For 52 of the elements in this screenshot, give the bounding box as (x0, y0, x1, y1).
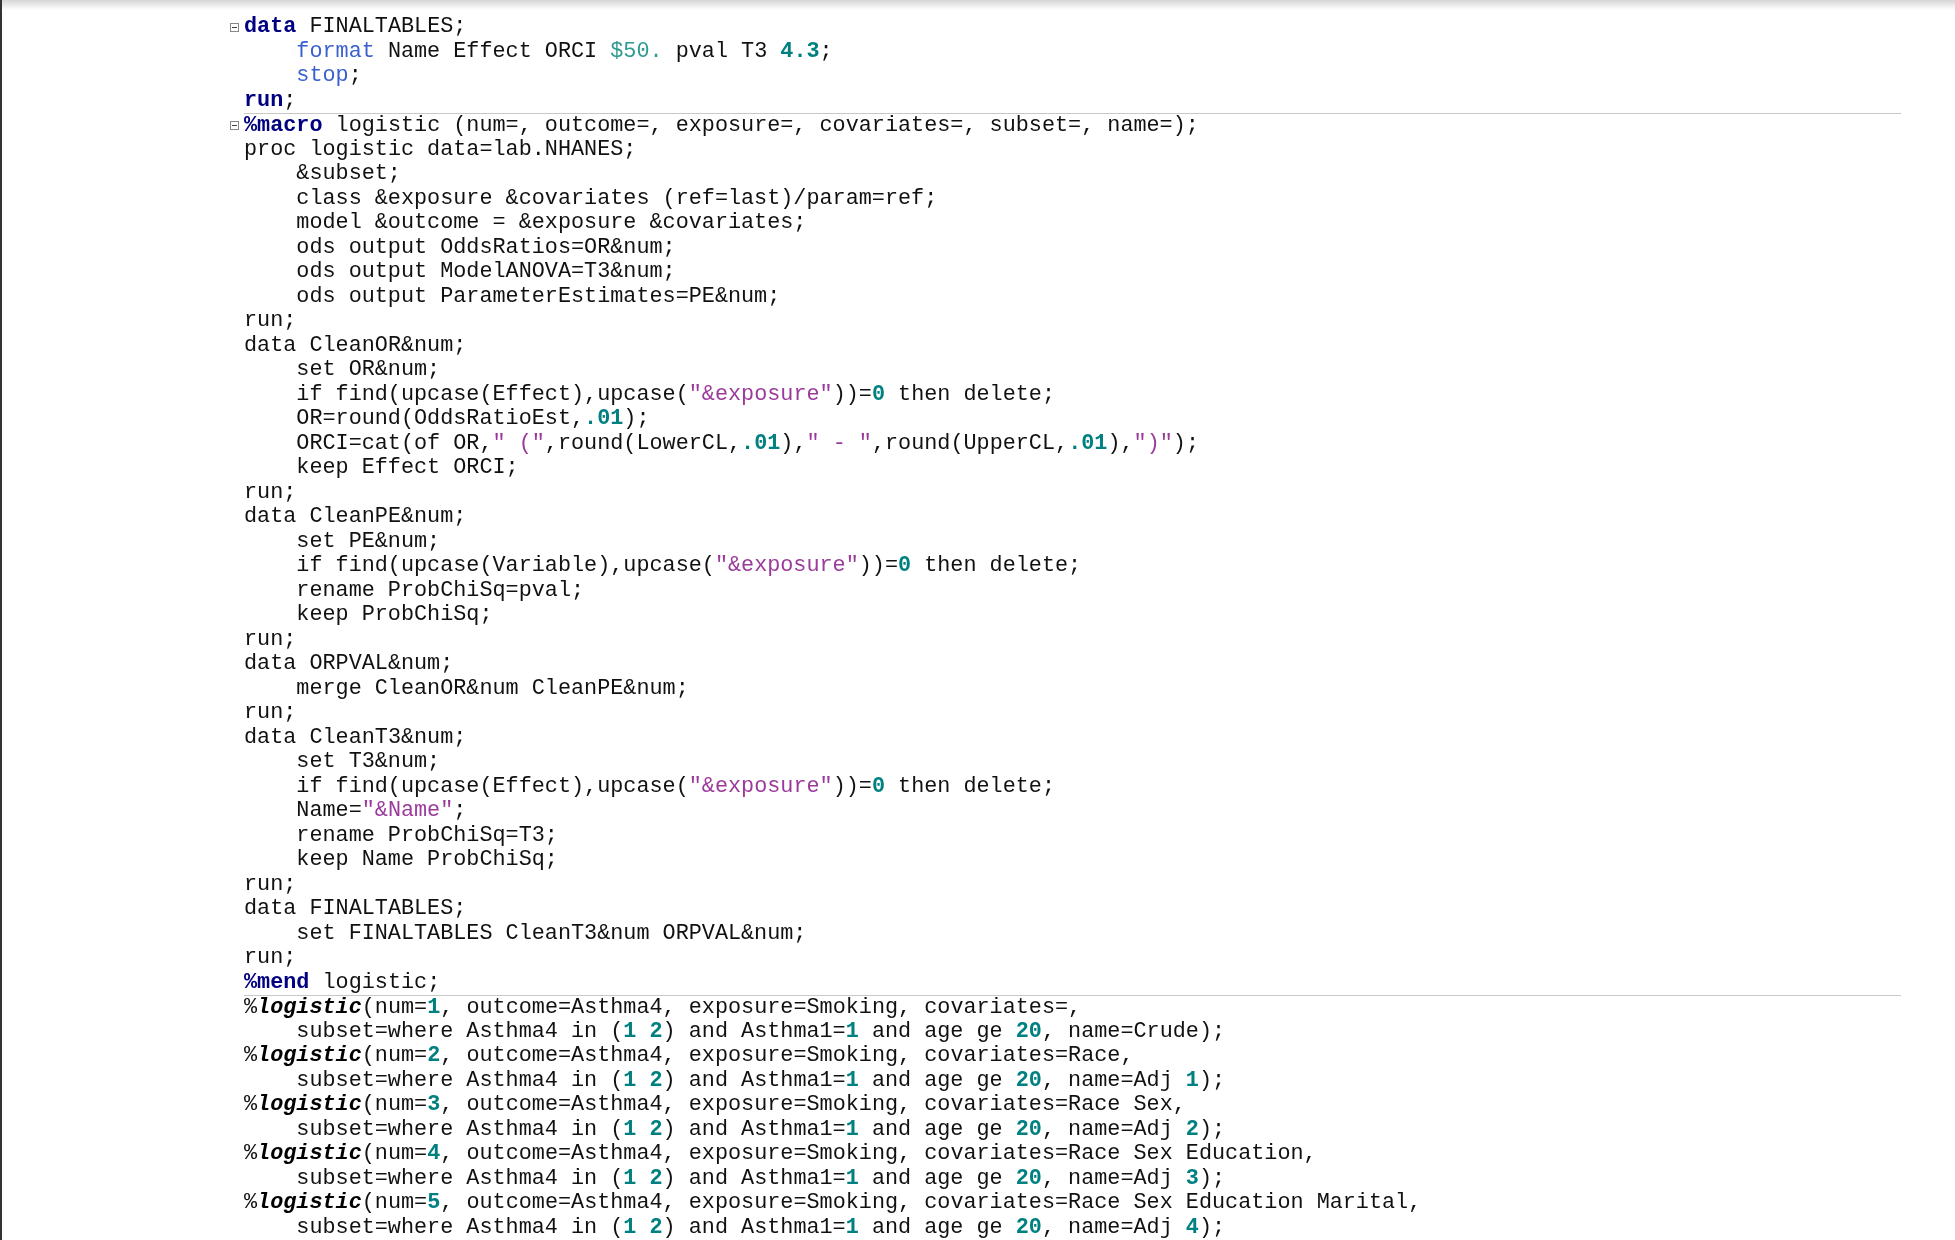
code-line: rename ProbChiSq=T3; (296, 823, 558, 848)
code-line: run; (244, 946, 297, 971)
code-line: run; (244, 627, 297, 652)
code-line: run; (244, 480, 297, 505)
code-line: subset=where Asthma4 in (1 2) and Asthma1=1 and age ge 20, name=Adj 4); (296, 1215, 1226, 1240)
code-line: if find(upcase(Effect),upcase("&exposure"))=0 then delete; (296, 774, 1055, 799)
code-line: %logistic(num=4, outcome=Asthma4, exposure=Smoking, covariates=Race Sex Education, (244, 1142, 1317, 1167)
code-line: set FINALTABLES CleanT3&num ORPVAL&num; (296, 921, 807, 946)
code-line: data CleanPE&num; (244, 505, 467, 530)
code-line: if find(upcase(Effect),upcase("&exposure"))=0 then delete; (296, 382, 1055, 407)
code-line: set T3&num; (296, 750, 441, 775)
code-line: &subset; (296, 162, 401, 187)
collapse-icon[interactable] (229, 22, 239, 32)
code-line: stop; (296, 64, 362, 89)
code-line: if find(upcase(Variable),upcase("&exposure"))=0 then delete; (296, 554, 1082, 579)
code-line: ods output ModelANOVA=T3&num; (296, 260, 676, 285)
code-line: merge CleanOR&num CleanPE&num; (296, 676, 689, 701)
collapse-icon[interactable] (229, 120, 239, 130)
code-line: ods output OddsRatios=OR&num; (296, 235, 676, 260)
code-line: rename ProbChiSq=pval; (296, 578, 585, 603)
code-line: %logistic(num=5, outcome=Asthma4, exposure=Smoking, covariates=Race Sex Education Marital, (244, 1191, 1422, 1216)
code-line: subset=where Asthma4 in (1 2) and Asthma1=1 and age ge 20, name=Adj 3); (296, 1166, 1226, 1191)
code-line: %macro logistic (num=, outcome=, exposure=, covariates=, subset=, name=); (244, 113, 1199, 138)
code-line: format Name Effect ORCI $50. pval T3 4.3; (296, 39, 833, 64)
code-line: data FINALTABLES; (244, 897, 467, 922)
code-line: set PE&num; (296, 529, 441, 554)
code-line: set OR&num; (296, 358, 441, 383)
code-line: keep ProbChiSq; (296, 603, 493, 628)
code-line: ods output ParameterEstimates=PE&num; (296, 284, 781, 309)
code-line: %logistic(num=1, outcome=Asthma4, exposure=Smoking, covariates=, (244, 995, 1082, 1020)
code-line: Name="&Name"; (296, 799, 467, 824)
code-line: proc logistic data=lab.NHANES; (244, 137, 637, 162)
code-line: data CleanT3&num; (244, 725, 467, 750)
code-line: OR=round(OddsRatioEst,.01); (296, 407, 650, 432)
code-line: keep Effect ORCI; (296, 456, 519, 481)
code-line: data ORPVAL&num; (244, 652, 454, 677)
code-line: run; (244, 88, 297, 113)
code-line: run; (244, 701, 297, 726)
code-line: data CleanOR&num; (244, 333, 467, 358)
code-line: class &exposure &covariates (ref=last)/param=ref; (296, 186, 938, 211)
code-line: %mend logistic; (244, 970, 441, 995)
code-line: run; (244, 872, 297, 897)
code-line: keep Name ProbChiSq; (296, 848, 558, 873)
code-line: data FINALTABLES; (244, 15, 467, 40)
code-line: %logistic(num=2, outcome=Asthma4, exposure=Smoking, covariates=Race, (244, 1044, 1134, 1069)
code-line: subset=where Asthma4 in (1 2) and Asthma1=1 and age ge 20, name=Adj 1); (296, 1068, 1226, 1093)
code-line: model &outcome = &exposure &covariates; (296, 211, 807, 236)
code-line: %logistic(num=3, outcome=Asthma4, exposure=Smoking, covariates=Race Sex, (244, 1093, 1186, 1118)
code-line: subset=where Asthma4 in (1 2) and Asthma1=1 and age ge 20, name=Adj 2); (296, 1117, 1226, 1142)
code-line: ORCI=cat(of OR," (",round(LowerCL,.01)," - ",round(UpperCL,.01),")"); (296, 431, 1199, 456)
code-line: subset=where Asthma4 in (1 2) and Asthma1=1 and age ge 20, name=Crude); (296, 1019, 1226, 1044)
code-line: run; (244, 309, 297, 334)
